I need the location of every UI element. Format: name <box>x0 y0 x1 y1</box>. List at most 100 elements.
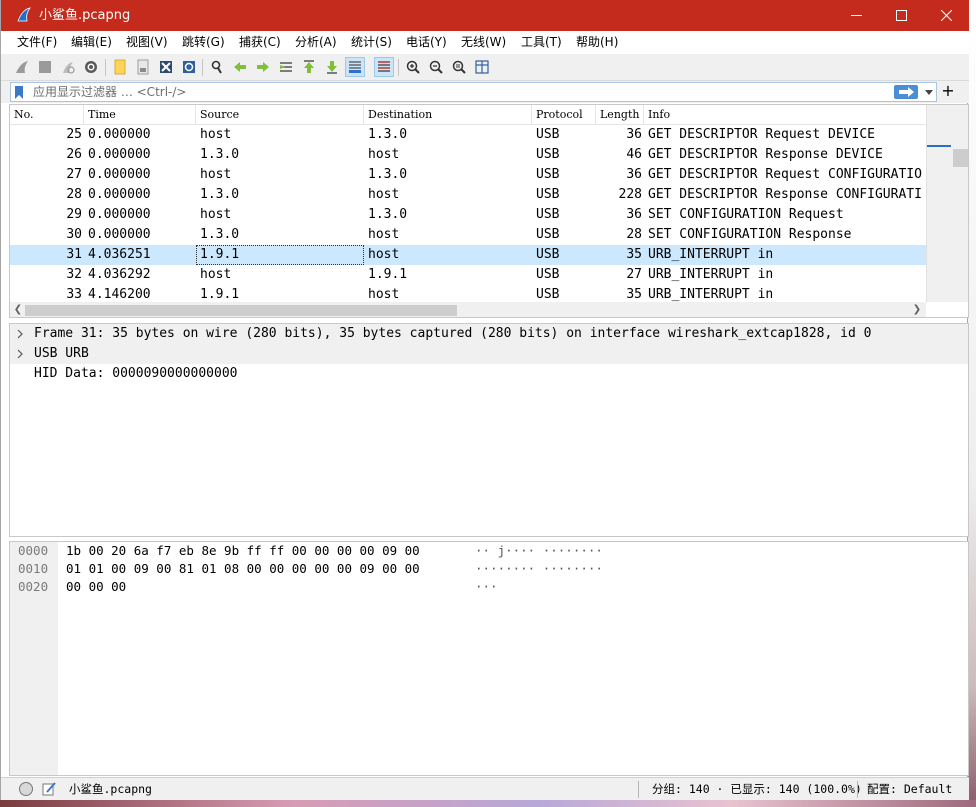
packet-protocol: USB <box>536 287 560 302</box>
bytes-hex[interactable]: 01 01 00 09 00 81 01 08 00 00 00 00 00 0… <box>66 560 420 578</box>
bytes-ascii[interactable]: ·· j···· ········ <box>475 542 603 560</box>
menu-tools[interactable]: 工具(T) <box>521 35 562 50</box>
detail-row-frame[interactable]: Frame 31: 35 bytes on wire (280 bits), 3… <box>10 324 968 344</box>
go-forward-icon[interactable] <box>253 57 273 77</box>
go-to-packet-icon[interactable] <box>276 57 296 77</box>
packet-row[interactable]: 26 0.000000 1.3.0 host USB 46 GET DESCRI… <box>10 145 926 165</box>
go-back-icon[interactable] <box>230 57 250 77</box>
detail-text: USB URB <box>34 346 89 361</box>
packet-info: GET DESCRIPTOR Response CONFIGURATI <box>648 187 922 202</box>
column-header-no[interactable]: No. <box>10 105 84 125</box>
menu-telephony[interactable]: 电话(Y) <box>406 35 447 50</box>
packet-protocol: USB <box>536 267 560 282</box>
detail-row-hid-data[interactable]: HID Data: 0000090000000000 <box>10 364 968 384</box>
packet-protocol: USB <box>536 127 560 142</box>
capture-comment-icon[interactable] <box>41 781 57 797</box>
expand-chevron-icon[interactable] <box>16 344 26 364</box>
bytes-hex[interactable]: 00 00 00 <box>66 578 126 596</box>
packet-no: 28 <box>66 187 82 202</box>
close-button[interactable] <box>923 0 969 31</box>
stop-square-icon[interactable] <box>35 57 55 77</box>
bytes-ascii[interactable]: ········ ········ <box>475 560 603 578</box>
vertical-scroll-thumb[interactable] <box>953 149 968 167</box>
menu-wireless[interactable]: 无线(W) <box>461 35 506 50</box>
zoom-in-icon[interactable] <box>403 57 423 77</box>
packet-info: SET CONFIGURATION Request <box>648 207 844 222</box>
capture-options-gear-icon[interactable] <box>81 57 101 77</box>
packet-bytes-pane: 0000 1b 00 20 6a f7 eb 8e 9b ff ff 00 00… <box>9 541 969 776</box>
packet-row[interactable]: 29 0.000000 host 1.3.0 USB 36 SET CONFIG… <box>10 205 926 225</box>
packet-row[interactable]: 30 0.000000 1.3.0 host USB 28 SET CONFIG… <box>10 225 926 245</box>
zoom-out-icon[interactable] <box>426 57 446 77</box>
packet-info: GET DESCRIPTOR Request CONFIGURATIO <box>648 167 922 182</box>
reload-file-icon[interactable] <box>179 57 199 77</box>
resize-columns-icon[interactable] <box>472 57 492 77</box>
add-filter-button[interactable]: + <box>941 82 955 100</box>
packet-minimap[interactable] <box>926 105 953 302</box>
zoom-normal-icon[interactable] <box>449 57 469 77</box>
shark-fin-start-icon[interactable] <box>12 57 32 77</box>
column-header-time[interactable]: Time <box>84 105 196 125</box>
save-file-icon[interactable] <box>133 57 153 77</box>
scroll-left-arrow-icon[interactable]: ❮ <box>12 303 24 317</box>
column-header-source[interactable]: Source <box>196 105 364 125</box>
packet-row[interactable]: 25 0.000000 host 1.3.0 USB 36 GET DESCRI… <box>10 125 926 145</box>
packet-row[interactable]: 28 0.000000 1.3.0 host USB 228 GET DESCR… <box>10 185 926 205</box>
bytes-hex[interactable]: 1b 00 20 6a f7 eb 8e 9b ff ff 00 00 00 0… <box>66 542 420 560</box>
packet-row-selected[interactable]: 31 4.036251 1.9.1 host USB 35 URB_INTERR… <box>10 245 926 265</box>
packet-time: 0.000000 <box>88 167 151 182</box>
packet-time: 4.036251 <box>88 247 151 262</box>
packet-destination: 1.3.0 <box>368 167 408 182</box>
menu-help[interactable]: 帮助(H) <box>576 35 618 50</box>
packet-no: 29 <box>66 207 82 222</box>
packet-list-horizontal-scrollbar[interactable]: ❮ ❯ <box>10 302 926 317</box>
packet-list-vertical-scrollbar[interactable] <box>953 105 968 302</box>
expand-chevron-icon[interactable] <box>16 324 26 344</box>
colorize-icon[interactable] <box>374 57 394 77</box>
packet-length: 27 <box>626 267 642 282</box>
title-bar[interactable]: 小鲨鱼.pcapng <box>1 0 969 31</box>
menu-capture[interactable]: 捕获(C) <box>239 35 281 50</box>
packet-row[interactable]: 27 0.000000 host 1.3.0 USB 36 GET DESCRI… <box>10 165 926 185</box>
horizontal-scroll-thumb[interactable] <box>25 305 457 316</box>
minimize-button[interactable] <box>833 0 879 31</box>
display-filter-input[interactable]: 应用显示过滤器 … <Ctrl-/> <box>10 82 937 102</box>
expert-info-icon[interactable] <box>18 781 34 797</box>
menu-view[interactable]: 视图(V) <box>126 35 168 50</box>
go-first-icon[interactable] <box>299 57 319 77</box>
packet-row[interactable]: 33 4.146200 1.9.1 host USB 35 URB_INTERR… <box>10 285 926 302</box>
apply-filter-button[interactable] <box>894 85 918 99</box>
bytes-ascii[interactable]: ··· <box>475 578 498 596</box>
restart-fin-icon[interactable] <box>58 57 78 77</box>
menu-go[interactable]: 跳转(G) <box>182 35 225 50</box>
packet-source: 1.3.0 <box>200 187 240 202</box>
packet-time: 0.000000 <box>88 127 151 142</box>
column-header-protocol[interactable]: Protocol <box>532 105 596 125</box>
find-packet-icon[interactable] <box>207 57 227 77</box>
menu-file[interactable]: 文件(F) <box>17 35 57 50</box>
menu-edit[interactable]: 编辑(E) <box>71 35 112 50</box>
column-header-info[interactable]: Info <box>644 105 926 125</box>
maximize-button[interactable] <box>878 0 924 31</box>
packet-info: URB_INTERRUPT in <box>648 267 774 282</box>
packet-source: host <box>200 127 232 142</box>
packet-protocol: USB <box>536 207 560 222</box>
close-file-icon[interactable] <box>156 57 176 77</box>
autoscroll-icon[interactable] <box>345 57 365 77</box>
filter-placeholder: 应用显示过滤器 … <Ctrl-/> <box>33 85 187 99</box>
open-folder-icon[interactable] <box>110 57 130 77</box>
go-last-icon[interactable] <box>322 57 342 77</box>
status-profile[interactable]: 配置: Default <box>867 782 952 797</box>
packet-time: 0.000000 <box>88 187 151 202</box>
bookmark-icon[interactable] <box>14 86 24 99</box>
detail-row-usb-urb[interactable]: USB URB <box>10 344 968 364</box>
filter-history-dropdown[interactable] <box>922 85 936 99</box>
column-header-destination[interactable]: Destination <box>364 105 532 125</box>
column-header-length[interactable]: Length <box>596 105 644 125</box>
menu-analyze[interactable]: 分析(A) <box>295 35 337 50</box>
scroll-right-arrow-icon[interactable]: ❯ <box>911 303 923 317</box>
bytes-offset: 0020 <box>18 579 49 594</box>
packet-row[interactable]: 32 4.036292 host 1.9.1 USB 27 URB_INTERR… <box>10 265 926 285</box>
menu-statistics[interactable]: 统计(S) <box>351 35 392 50</box>
status-separator <box>638 781 639 798</box>
